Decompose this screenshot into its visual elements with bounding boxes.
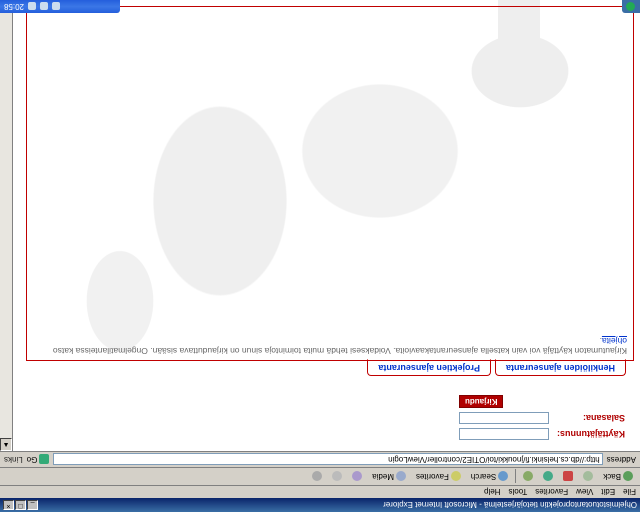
mail-icon — [332, 472, 342, 482]
tray-icon[interactable] — [52, 3, 60, 11]
tray-icon[interactable] — [28, 3, 36, 11]
favorites-label: Favorites — [416, 472, 449, 481]
back-label: Back — [603, 472, 621, 481]
start-icon — [627, 2, 636, 11]
window-title: Ohjelmistotuotantoprojektin tietojärjest… — [383, 501, 637, 510]
info-text: Kirjautumaton käyttäjä voi vain katsella… — [53, 346, 627, 356]
window-titlebar: Ohjelmistotuotantoprojektin tietojärjest… — [0, 498, 640, 512]
toolbar: Back Search Favorites Media — [0, 467, 640, 485]
history-icon — [352, 472, 362, 482]
password-input[interactable] — [459, 412, 549, 424]
menu-favorites[interactable]: Favorites — [535, 488, 568, 497]
address-label: Address — [607, 455, 636, 464]
links-label[interactable]: Links — [4, 455, 23, 464]
menu-file[interactable]: File — [623, 488, 636, 497]
back-icon — [623, 472, 633, 482]
menu-edit[interactable]: Edit — [601, 488, 615, 497]
go-label: Go — [27, 455, 38, 464]
page-content: Käyttäjätunnus: Salasana: Kirjaudu Henki… — [0, 0, 640, 451]
login-button[interactable]: Kirjaudu — [459, 395, 503, 408]
menu-bar: File Edit View Favorites Tools Help — [0, 485, 640, 498]
system-tray: 20:58 — [0, 0, 120, 13]
address-input[interactable]: http://db.cs.helsinki.fi/jnoukki/toi/OTI… — [53, 454, 602, 466]
username-label: Käyttäjätunnus: — [554, 427, 628, 441]
search-label: Search — [471, 472, 496, 481]
history-button[interactable] — [349, 471, 365, 483]
search-button[interactable]: Search — [468, 471, 511, 483]
go-button[interactable]: Go — [27, 455, 50, 465]
menu-view[interactable]: View — [576, 488, 593, 497]
media-button[interactable]: Media — [369, 471, 409, 483]
taskbar-start-area[interactable] — [622, 0, 640, 13]
scroll-track[interactable] — [0, 13, 12, 438]
go-icon — [39, 455, 49, 465]
toolbar-separator — [515, 470, 516, 484]
scroll-up-button[interactable]: ▲ — [0, 438, 12, 451]
window-buttons: _ □ × — [3, 500, 38, 510]
refresh-button[interactable] — [540, 471, 556, 483]
password-label: Salasana: — [554, 411, 628, 425]
back-button[interactable]: Back — [600, 471, 636, 483]
tabs: Henkilöiden ajanseuranta Projektien ajan… — [367, 360, 626, 377]
close-button[interactable]: × — [3, 500, 14, 510]
stop-button[interactable] — [560, 471, 576, 483]
vertical-scrollbar[interactable]: ▲ ▼ — [0, 0, 13, 451]
address-bar: Address http://db.cs.helsinki.fi/jnoukki… — [0, 451, 640, 467]
username-input[interactable] — [459, 428, 549, 440]
tab-project-tracking[interactable]: Projektien ajanseuranta — [367, 359, 491, 376]
media-label: Media — [372, 472, 394, 481]
refresh-icon — [543, 472, 553, 482]
forward-icon — [583, 472, 593, 482]
menu-tools[interactable]: Tools — [509, 488, 528, 497]
login-form: Käyttäjätunnus: Salasana: Kirjaudu — [454, 392, 630, 443]
tab-people-tracking[interactable]: Henkilöiden ajanseuranta — [495, 359, 626, 376]
print-button[interactable] — [309, 471, 325, 483]
mail-button[interactable] — [329, 471, 345, 483]
tray-clock: 20:58 — [4, 2, 24, 11]
home-button[interactable] — [520, 471, 536, 483]
menu-help[interactable]: Help — [484, 488, 500, 497]
favorites-button[interactable]: Favorites — [413, 471, 464, 483]
maximize-button[interactable]: □ — [15, 500, 26, 510]
minimize-button[interactable]: _ — [27, 500, 38, 510]
info-text-tail: . — [600, 336, 602, 346]
info-panel: Kirjautumaton käyttäjä voi vain katsella… — [26, 6, 634, 361]
home-icon — [523, 472, 533, 482]
search-icon — [498, 472, 508, 482]
print-icon — [312, 472, 322, 482]
tray-icon[interactable] — [40, 3, 48, 11]
favorites-icon — [451, 472, 461, 482]
info-link[interactable]: ohjeita — [602, 336, 627, 346]
stop-icon — [563, 472, 573, 482]
media-icon — [396, 472, 406, 482]
forward-button[interactable] — [580, 471, 596, 483]
